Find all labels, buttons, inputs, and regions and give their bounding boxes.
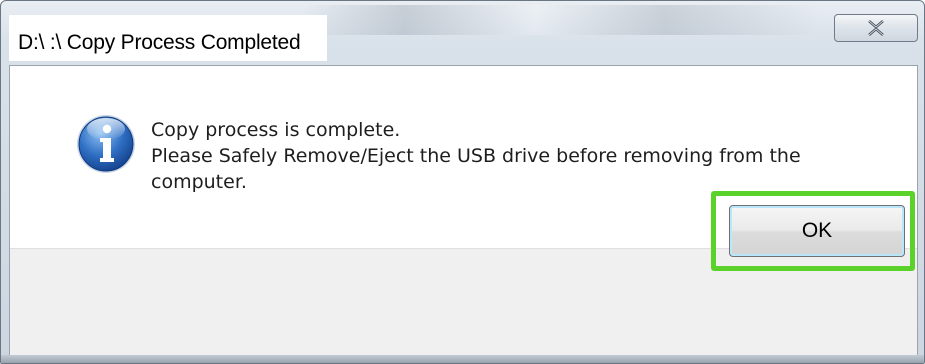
information-icon bbox=[77, 115, 135, 173]
close-x-icon bbox=[868, 20, 884, 36]
dialog-window: D:\ :\ Copy Process Completed Copy proce… bbox=[0, 0, 925, 364]
message-text: Copy process is complete. Please Safely … bbox=[151, 117, 881, 195]
ok-button[interactable]: OK bbox=[729, 205, 905, 257]
close-button[interactable] bbox=[834, 14, 918, 42]
window-bottom-border bbox=[1, 355, 924, 363]
message-line-1: Copy process is complete. bbox=[151, 119, 401, 141]
message-line-2: Please Safely Remove/Eject the USB drive… bbox=[151, 145, 801, 167]
dialog-title: D:\ :\ Copy Process Completed bbox=[18, 31, 301, 54]
title-bar-glass bbox=[301, 5, 821, 35]
